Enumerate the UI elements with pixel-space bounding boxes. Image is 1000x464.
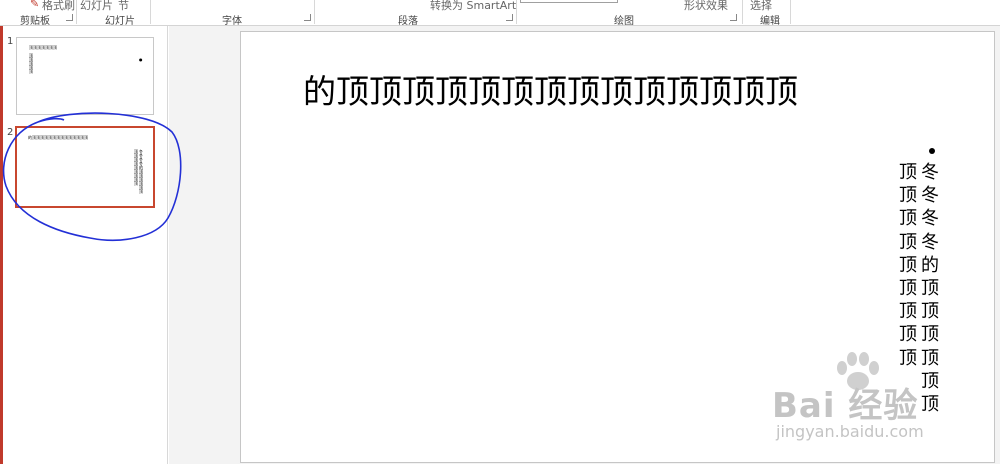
group-divider xyxy=(516,0,517,24)
group-label-editing: 编辑 xyxy=(760,16,780,27)
group-divider xyxy=(314,0,315,24)
group-divider xyxy=(76,0,77,24)
clipboard-launcher-icon[interactable] xyxy=(66,14,73,21)
paragraph-launcher-icon[interactable] xyxy=(506,14,513,21)
thumbnail-body: 顶顶顶顶顶顶顶顶顶 xyxy=(134,149,138,186)
slide-number: 2 xyxy=(7,127,14,138)
bullet-icon xyxy=(929,148,935,154)
slide-title-textbox[interactable]: 的顶顶顶顶顶顶顶顶顶顶顶顶顶顶 xyxy=(303,72,798,112)
thumbnail-body: 冬冬冬冬的顶顶顶顶顶顶 xyxy=(139,149,143,194)
group-label-drawing: 绘图 xyxy=(614,16,634,27)
convert-smartart-button[interactable]: 转换为 SmartArt xyxy=(430,0,516,13)
thumbnail-title: 的顶顶顶顶顶顶顶顶顶顶顶顶顶顶 xyxy=(28,135,88,140)
slide-number: 1 xyxy=(7,36,14,47)
bullet-text-column[interactable]: 冬冬冬冬的顶顶顶顶顶顶 xyxy=(921,161,943,416)
group-divider xyxy=(790,0,791,24)
drawing-launcher-icon[interactable] xyxy=(730,14,737,21)
format-painter-icon[interactable]: ✎ xyxy=(30,0,39,10)
slide-thumbnail-2[interactable]: 的顶顶顶顶顶顶顶顶顶顶顶顶顶顶 顶顶顶顶顶顶顶顶顶 冬冬冬冬的顶顶顶顶顶顶 xyxy=(15,126,155,208)
shape-gallery[interactable] xyxy=(520,0,618,3)
font-launcher-icon[interactable] xyxy=(304,14,311,21)
group-label-paragraph: 段落 xyxy=(398,16,418,27)
ribbon: ✎ 格式刷 幻灯片 节 转换为 SmartArt 形状效果 选择 剪贴板 幻灯片… xyxy=(0,0,1000,27)
thumbnail-mark: ● xyxy=(139,57,143,62)
bullet-text-column[interactable]: 顶顶顶顶顶顶顶顶顶 xyxy=(899,161,921,370)
group-divider xyxy=(742,0,743,24)
shape-effects-button[interactable]: 形状效果 xyxy=(684,0,728,13)
group-label-slides: 幻灯片 xyxy=(105,16,135,27)
group-label-clipboard: 剪贴板 xyxy=(20,16,50,27)
slide-thumbnail-1[interactable]: 顶顶顶顶顶顶顶 顶顶顶顶顶 ● xyxy=(16,37,154,115)
slide-canvas[interactable]: 的顶顶顶顶顶顶顶顶顶顶顶顶顶顶 冬冬冬冬的顶顶顶顶顶顶 顶顶顶顶顶顶顶顶顶 xyxy=(240,31,995,463)
group-label-font: 字体 xyxy=(222,16,242,27)
group-divider xyxy=(150,0,151,24)
thumbnail-body: 顶顶顶顶顶 xyxy=(29,53,33,74)
thumbnail-title: 顶顶顶顶顶顶顶 xyxy=(29,45,57,50)
slide-thumbnail-pane[interactable]: 1 顶顶顶顶顶顶顶 顶顶顶顶顶 ● 2 的顶顶顶顶顶顶顶顶顶顶顶顶顶顶 顶顶顶顶… xyxy=(3,26,168,464)
